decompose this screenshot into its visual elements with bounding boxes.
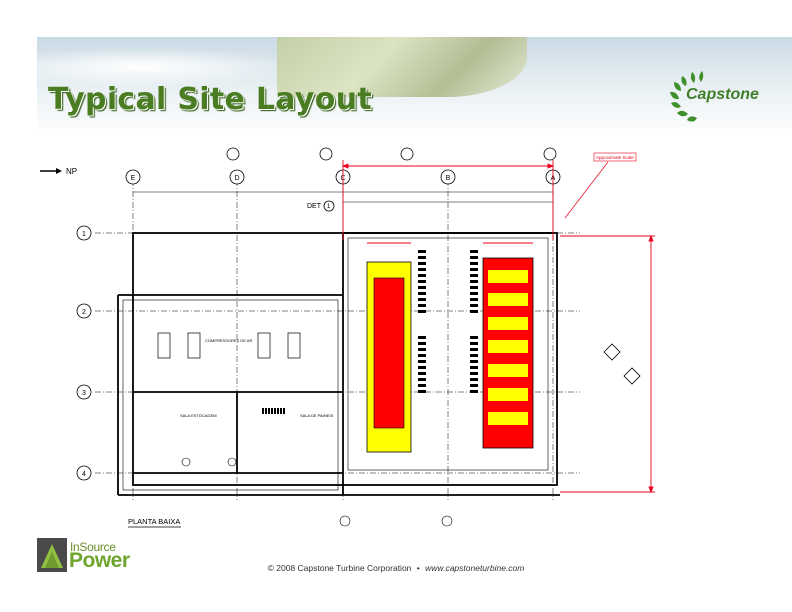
turbine-unit-right <box>482 257 534 449</box>
footer-separator: • <box>416 563 420 573</box>
footer-url[interactable]: www.capstoneturbine.com <box>425 563 524 573</box>
grid-number-4: 4 <box>82 471 86 478</box>
footer-copyright: © 2008 Capstone Turbine Corporation • ww… <box>0 563 792 573</box>
capstone-logo-text: Capstone <box>686 86 759 103</box>
room-sala-label: SALA DE PAINEIS <box>300 413 334 418</box>
det-label: DET <box>307 203 322 210</box>
grid-letter-d: D <box>234 175 239 182</box>
banner-wave <box>37 47 297 87</box>
section-markers <box>226 147 557 161</box>
det-callout: DET 1 <box>307 200 335 212</box>
slide-title: Typical Site Layout <box>48 82 372 117</box>
north-arrow: NP <box>40 167 77 176</box>
room-estocagem-label: SALA ESTOCAGEM <box>180 413 217 418</box>
plan-label: PLANTA BAIXA <box>128 517 180 526</box>
site-layout-drawing: NP E D C B A 1 2 3 4 <box>40 147 655 528</box>
grid-letter-b: B <box>446 175 451 182</box>
copyright-text: © 2008 Capstone Turbine Corporation <box>267 563 412 573</box>
grid-letter-e: E <box>131 175 136 182</box>
room-compressor-label: COMPRESSORES DE AR <box>205 338 252 343</box>
turbine-unit-left <box>366 261 412 453</box>
scale-callout: Approximate Scale <box>596 155 634 160</box>
north-label: NP <box>66 167 77 176</box>
grid-number-2: 2 <box>82 309 86 316</box>
grid-number-1: 1 <box>82 231 86 238</box>
grid-number-3: 3 <box>82 390 86 397</box>
